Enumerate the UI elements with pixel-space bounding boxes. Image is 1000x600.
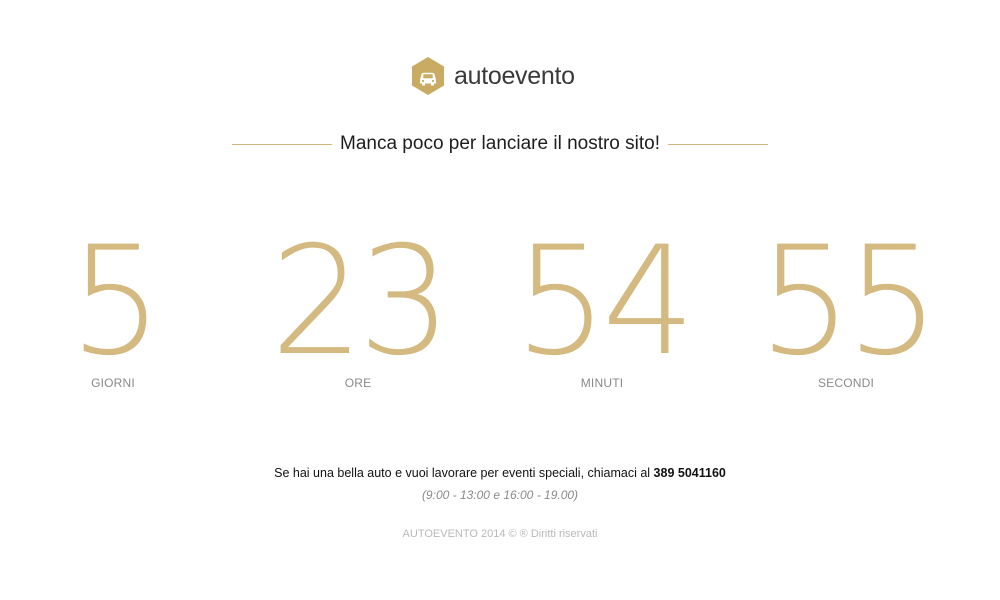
tagline-row: Manca poco per lanciare il nostro sito! (232, 130, 768, 158)
minutes-value: 54 (514, 215, 695, 389)
divider-right (668, 143, 768, 145)
phone-number[interactable]: 389 5041160 (654, 466, 726, 480)
seconds-value: 55 (758, 215, 939, 389)
brand-name: autoevento (454, 62, 575, 90)
opening-hours: (9:00 - 13:00 e 16:00 - 19.00) (421, 488, 579, 502)
countdown-minutes: 54 MINUTI (492, 215, 712, 390)
divider-left (232, 143, 332, 145)
hours-value: 23 (270, 215, 451, 389)
copyright: AUTOEVENTO 2014 © ® Diritti riservati (402, 528, 598, 540)
tagline: Manca poco per lanciare il nostro sito! (340, 133, 660, 154)
coming-soon-page: autoevento Manca poco per lanciare il no… (0, 0, 1000, 600)
contact-text: Se hai una bella auto e vuoi lavorare pe… (0, 466, 1000, 480)
days-value: 5 (69, 215, 163, 389)
car-hexagon-icon (412, 57, 444, 95)
countdown-hours: 23 ORE (248, 215, 468, 390)
contact-message: Se hai una bella auto e vuoi lavorare pe… (274, 466, 651, 480)
countdown-seconds: 55 SECONDI (736, 215, 956, 390)
brand-logo[interactable]: autoevento (410, 56, 575, 96)
countdown-timer: 5 GIORNI 23 ORE 54 MINUTI 55 SECONDI (0, 215, 1000, 402)
countdown-days: 5 GIORNI (3, 215, 223, 390)
